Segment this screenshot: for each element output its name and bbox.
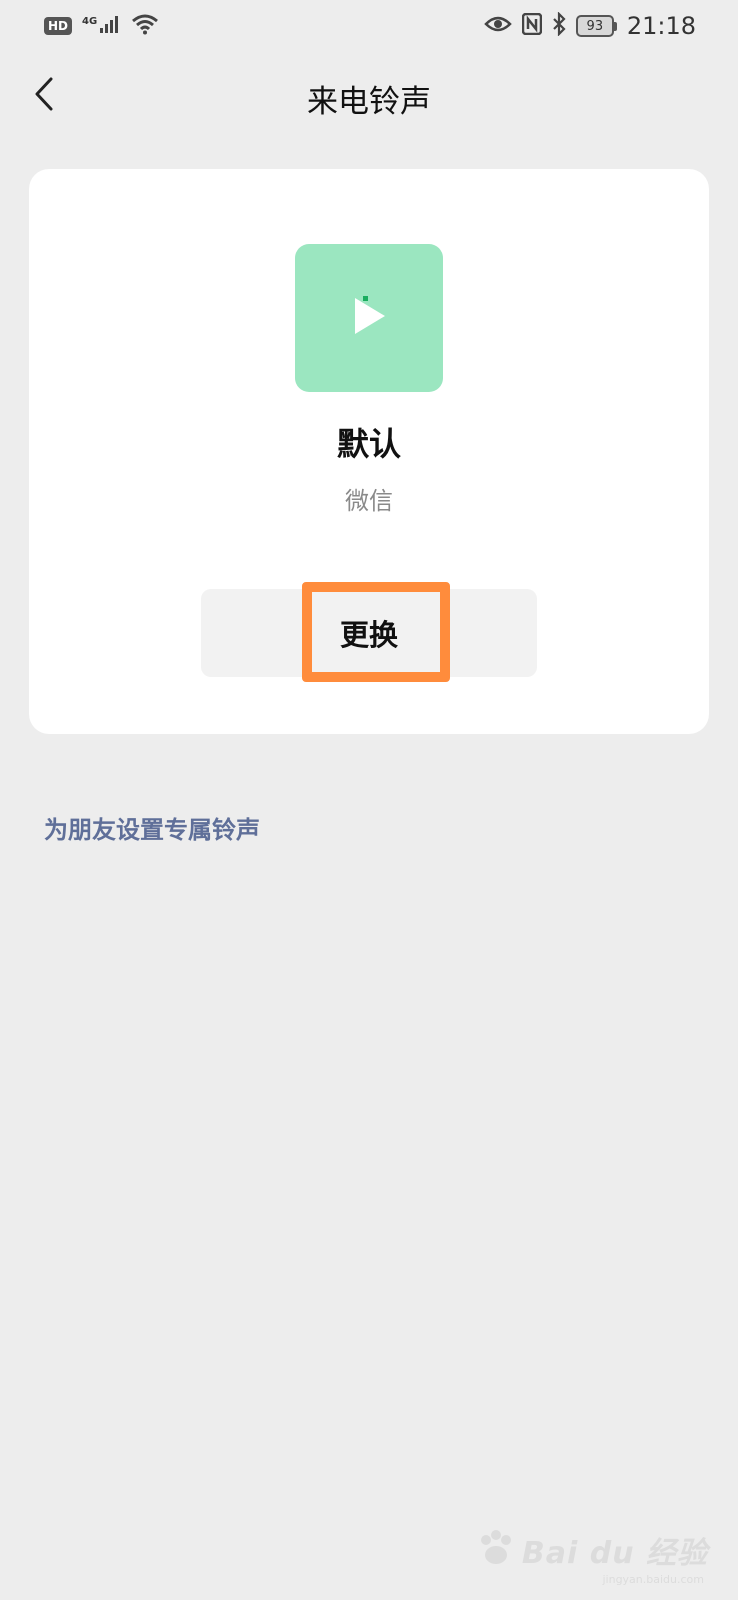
change-button[interactable]: 更换	[201, 589, 537, 677]
status-time: 21:18	[626, 12, 696, 40]
battery-level: 93	[575, 15, 614, 37]
eye-icon	[484, 14, 512, 38]
ringtone-name: 默认	[336, 425, 401, 463]
page-title: 来电铃声	[307, 84, 431, 120]
watermark-text: Bai du 经验	[521, 1536, 708, 1571]
watermark-sub: jingyan.baidu.com	[602, 1573, 704, 1586]
paw-logo-icon	[476, 1528, 516, 1572]
battery-icon: 93	[575, 15, 617, 37]
nfc-icon	[521, 12, 543, 39]
watermark: Bai du 经验 jingyan.baidu.com	[476, 1528, 708, 1586]
play-icon	[349, 294, 389, 342]
hd-badge: HD	[44, 17, 73, 35]
change-button-label: 更换	[339, 618, 398, 652]
ringtone-card: 默认 微信 更换	[29, 169, 709, 734]
wifi-icon	[131, 13, 159, 39]
header: 来电铃声	[0, 62, 738, 132]
status-bar: HD 4G 93 21:18	[0, 0, 738, 52]
signal-icon	[99, 14, 121, 38]
network-type-label: 4G	[82, 15, 98, 27]
ringtone-preview-button[interactable]	[295, 244, 443, 392]
ringtone-source: 微信	[345, 487, 393, 515]
status-bar-left: HD 4G	[44, 13, 159, 39]
set-friend-ringtone-link[interactable]: 为朋友设置专属铃声	[44, 810, 260, 845]
bluetooth-icon	[552, 11, 566, 40]
status-bar-right: 93 21:18	[484, 11, 696, 40]
